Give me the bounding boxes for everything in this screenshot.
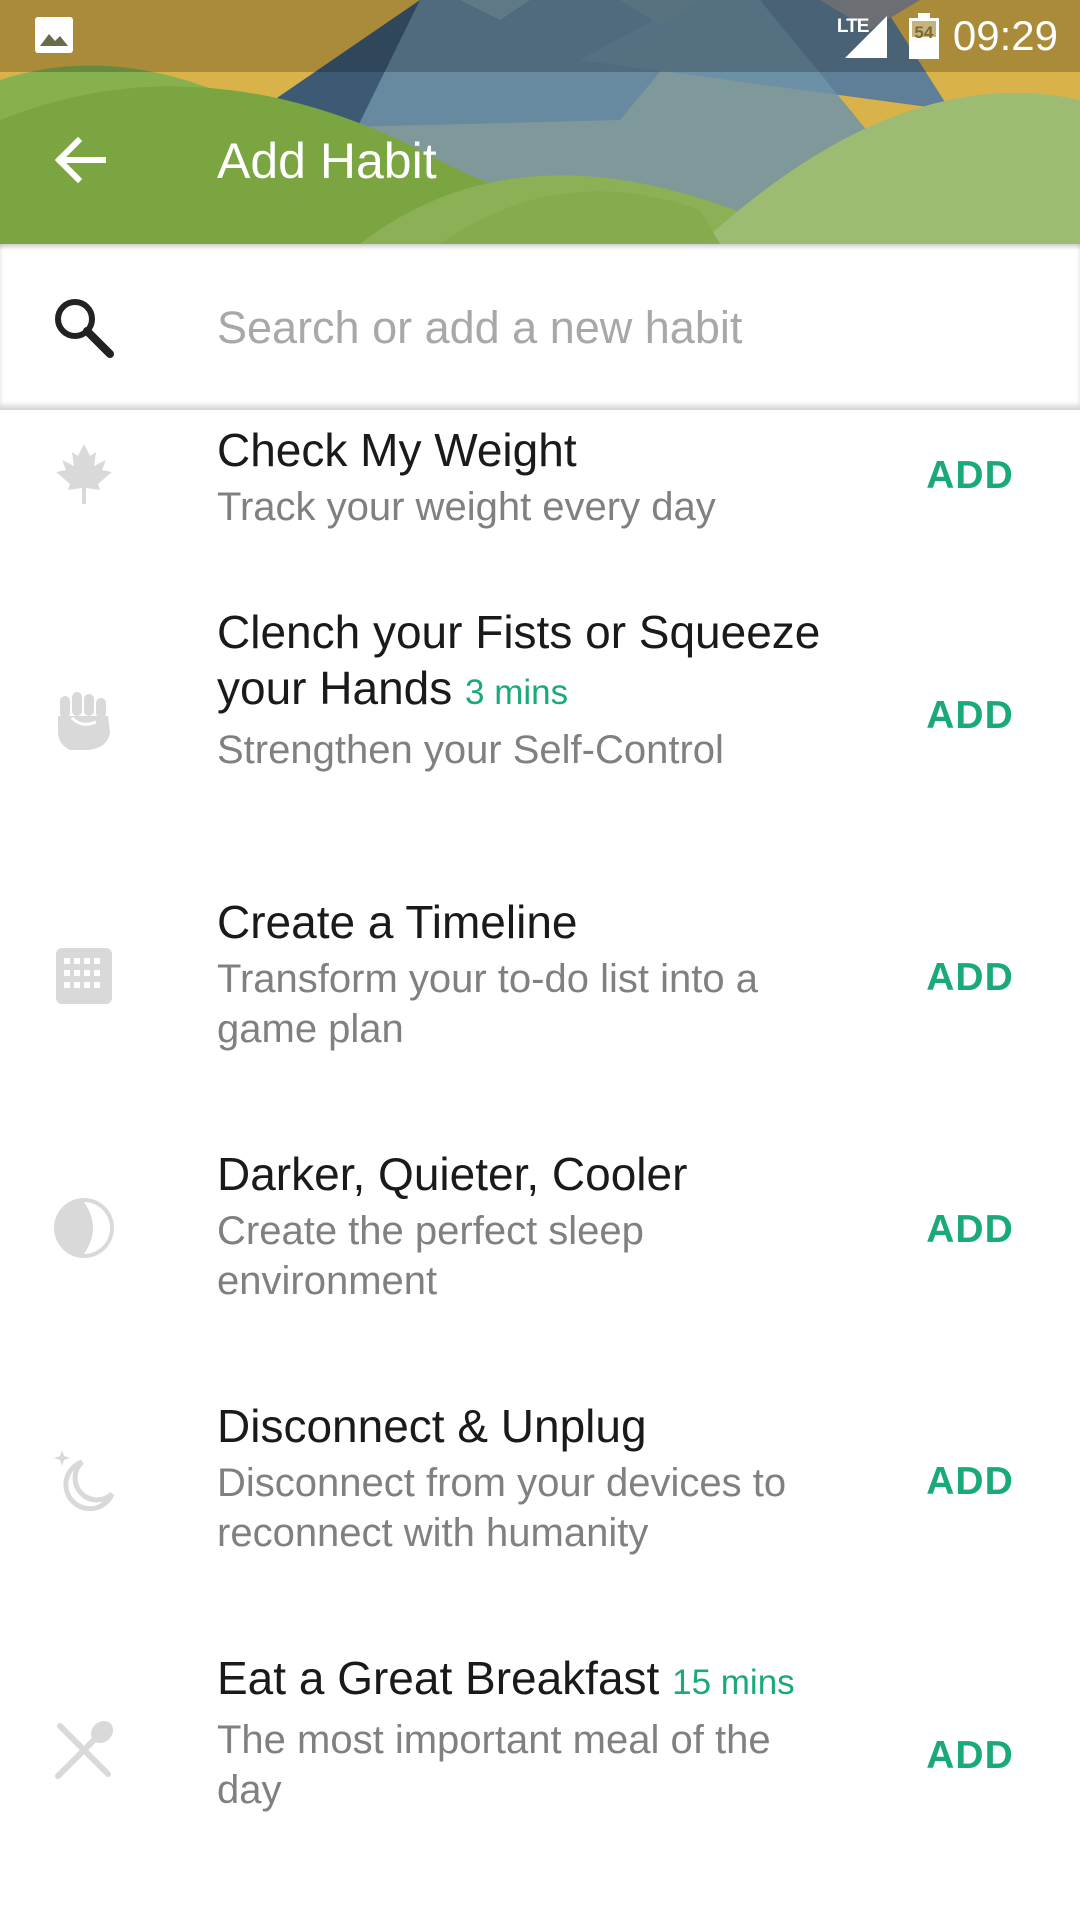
habit-subtitle: Create the perfect sleep environment — [217, 1209, 644, 1303]
lte-signal-icon: LTE — [837, 12, 889, 60]
add-button[interactable]: ADD — [910, 1198, 1030, 1262]
habit-list: Check My Weight Track your weight every … — [0, 412, 1080, 1920]
search-input[interactable] — [217, 296, 1037, 360]
add-button[interactable]: ADD — [910, 684, 1030, 748]
habit-title: Disconnect & Unplug — [217, 1400, 647, 1452]
battery-level-label: 54 — [914, 23, 934, 42]
search-icon — [55, 299, 114, 358]
back-button[interactable] — [40, 120, 120, 200]
fist-icon — [58, 692, 110, 750]
crescent-moon-star-icon — [54, 1450, 115, 1512]
habit-item-check-my-weight[interactable]: Check My Weight Track your weight every … — [0, 412, 1080, 622]
clock: 09:29 — [952, 12, 1058, 59]
battery-icon: 54 — [908, 13, 939, 59]
status-indicators: LTE 54 09:29 — [837, 8, 1058, 64]
habit-title: Check My Weight — [217, 424, 577, 476]
add-button[interactable]: ADD — [910, 946, 1030, 1010]
habit-item-clench-fists[interactable]: Clench your Fists or Squeeze your Hands … — [0, 606, 1080, 872]
calendar-grid-icon — [56, 948, 112, 1004]
habit-duration: 15 mins — [672, 1663, 795, 1702]
utensils-icon — [55, 1720, 114, 1779]
habit-title: Eat a Great Breakfast 15 mins — [217, 1652, 795, 1704]
habit-subtitle: Disconnect from your devices to reconnec… — [217, 1461, 787, 1555]
image-notification-icon — [35, 17, 73, 53]
habit-title: Clench your Fists or Squeeze your Hands … — [217, 606, 821, 714]
add-button[interactable]: ADD — [910, 1724, 1030, 1788]
habit-item-create-timeline[interactable]: Create a Timeline Transform your to-do l… — [0, 872, 1080, 1124]
app-header: LTE 54 09:29 Add Habit — [0, 0, 1080, 244]
arrow-back-icon — [54, 136, 106, 184]
search-bar — [0, 244, 1080, 410]
add-button[interactable]: ADD — [910, 1450, 1030, 1514]
habit-title: Darker, Quieter, Cooler — [217, 1148, 688, 1200]
habit-subtitle: Strengthen your Self-Control — [217, 728, 724, 772]
habit-item-eat-great-breakfast[interactable]: Eat a Great Breakfast 15 mins The most i… — [0, 1628, 1080, 1920]
habit-text: Disconnect & Unplug Disconnect from your… — [217, 1398, 797, 1558]
habit-text: Create a Timeline Transform your to-do l… — [217, 894, 797, 1054]
habit-text: Clench your Fists or Squeeze your Hands … — [217, 604, 827, 775]
habit-subtitle: The most important meal of the day — [217, 1718, 771, 1812]
habit-item-darker-quieter-cooler[interactable]: Darker, Quieter, Cooler Create the perfe… — [0, 1124, 1080, 1376]
status-bar: LTE 54 09:29 — [0, 0, 1080, 72]
habit-text: Darker, Quieter, Cooler Create the perfe… — [217, 1146, 797, 1306]
habit-duration: 3 mins — [465, 673, 569, 712]
habit-title: Create a Timeline — [217, 896, 578, 948]
maple-leaf-icon — [56, 444, 112, 504]
habit-text: Eat a Great Breakfast 15 mins The most i… — [217, 1650, 797, 1815]
habit-subtitle: Track your weight every day — [217, 485, 716, 529]
habit-item-disconnect-unplug[interactable]: Disconnect & Unplug Disconnect from your… — [0, 1376, 1080, 1628]
habit-text: Check My Weight Track your weight every … — [217, 422, 797, 532]
half-moon-icon — [54, 1198, 114, 1258]
add-button[interactable]: ADD — [910, 444, 1030, 508]
page-title: Add Habit — [217, 133, 437, 189]
habit-subtitle: Transform your to-do list into a game pl… — [217, 957, 758, 1051]
